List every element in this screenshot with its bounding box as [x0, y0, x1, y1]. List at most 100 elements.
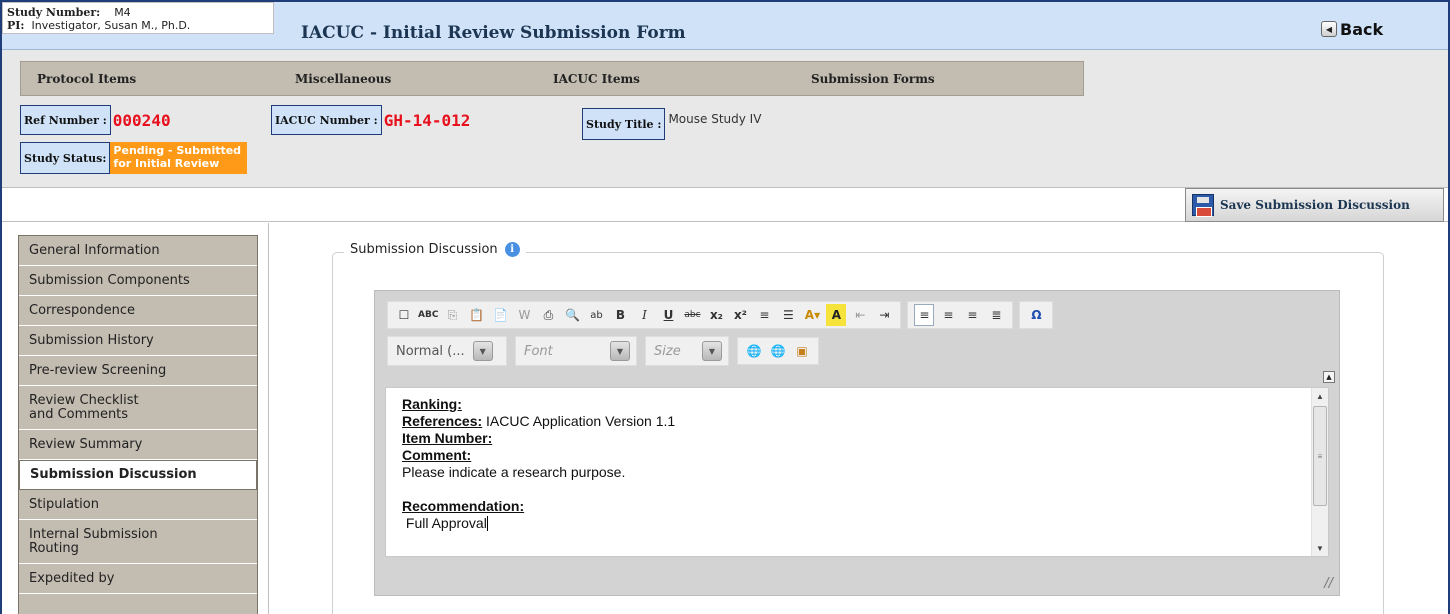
scroll-down-icon[interactable]: ▼ [1312, 540, 1328, 556]
study-info-panel: Protocol Items Miscellaneous IACUC Items… [2, 50, 1448, 188]
rich-text-editor: ☐ ABC ⎘ 📋 📄 W ⎙ 🔍 ab B I U abc x₂ x² ≡ ☰… [374, 290, 1340, 596]
superscript-icon[interactable]: x² [730, 304, 750, 326]
indent-icon[interactable]: ⇥ [874, 304, 894, 326]
left-column: General Information Submission Component… [2, 223, 268, 614]
format-select[interactable]: Normal (... ▼ [387, 336, 507, 366]
ref-number-value: 000240 [112, 110, 171, 130]
paste-icon[interactable]: 📋 [466, 304, 486, 326]
pi-value: Investigator, Susan M., Ph.D. [31, 19, 191, 32]
ref-number-field: Ref Number : 000240 [20, 105, 171, 135]
menu-submission-forms[interactable]: Submission Forms [795, 62, 1053, 95]
sidebar-item-expedited-by[interactable]: Expedited by [19, 564, 257, 594]
link-icon[interactable]: 🌐 [744, 340, 764, 362]
numbered-list-icon[interactable]: ≡ [754, 304, 774, 326]
editor-scrollbar[interactable]: ▲ ≡ ▼ [1311, 388, 1328, 556]
new-page-icon[interactable]: ☐ [394, 304, 414, 326]
comment-label: Comment: [402, 447, 472, 463]
print-icon[interactable]: ⎙ [538, 304, 558, 326]
font-select[interactable]: Font ▼ [515, 336, 637, 366]
chevron-down-icon: ▼ [472, 341, 493, 361]
study-status-line1: Pending - Submitted [113, 144, 242, 157]
legend-label: Submission Discussion [350, 242, 498, 257]
find-icon[interactable]: 🔍 [562, 304, 582, 326]
back-button[interactable]: ◀ Back [1321, 18, 1383, 40]
menu-protocol-items[interactable]: Protocol Items [21, 62, 279, 95]
sidebar-item-partial[interactable] [19, 594, 257, 614]
study-number-label: Study Number: [7, 6, 101, 19]
paste-text-icon[interactable]: 📄 [490, 304, 510, 326]
image-icon[interactable]: ▣ [792, 340, 812, 362]
iacuc-number-field: IACUC Number : GH-14-012 [271, 105, 470, 135]
sidebar-item-review-checklist[interactable]: Review Checklist and Comments [19, 386, 257, 430]
sidebar-item-label-line2: and Comments [29, 406, 129, 422]
references-value: IACUC Application Version 1.1 [486, 413, 676, 429]
sidebar-item-correspondence[interactable]: Correspondence [19, 296, 257, 326]
study-title-field: Study Title : Mouse Study IV [582, 108, 761, 140]
special-character-icon[interactable]: Ω [1026, 304, 1046, 326]
italic-icon[interactable]: I [634, 304, 654, 326]
subscript-icon[interactable]: x₂ [706, 304, 726, 326]
pi-label: PI: [7, 19, 25, 32]
scroll-up-icon[interactable]: ▲ [1312, 388, 1328, 404]
sidebar-item-pre-review-screening[interactable]: Pre-review Screening [19, 356, 257, 386]
editor-toolbar-row1: ☐ ABC ⎘ 📋 📄 W ⎙ 🔍 ab B I U abc x₂ x² ≡ ☰… [387, 301, 1059, 329]
menu-miscellaneous[interactable]: Miscellaneous [279, 62, 537, 95]
align-right-icon[interactable]: ≡ [962, 304, 982, 326]
fieldset-legend: Submission Discussion i [344, 242, 526, 257]
underline-icon[interactable]: U [658, 304, 678, 326]
outdent-icon[interactable]: ⇤ [850, 304, 870, 326]
strikethrough-icon[interactable]: abc [682, 304, 702, 326]
justify-icon[interactable]: ≣ [986, 304, 1006, 326]
sidebar-item-stipulation[interactable]: Stipulation [19, 490, 257, 520]
sidebar-item-label-line1: Review Checklist [29, 392, 139, 408]
info-icon[interactable]: i [504, 242, 520, 257]
recommendation-label: Recommendation: [402, 498, 525, 514]
font-select-value: Font [524, 343, 553, 359]
toolbar-group-special: Ω [1019, 301, 1054, 329]
sidebar-item-label: Review Checklist and Comments [29, 392, 139, 422]
references-label: References: [402, 413, 483, 429]
collapse-toolbar-icon[interactable]: ▲ [1323, 371, 1335, 383]
editor-content-area[interactable]: Ranking: References: IACUC Application V… [385, 387, 1329, 557]
sidebar-item-submission-components[interactable]: Submission Components [19, 266, 257, 296]
unlink-icon[interactable]: 🌐 [768, 340, 788, 362]
sidebar-item-submission-discussion[interactable]: Submission Discussion [19, 460, 257, 490]
recommendation-line-value: Full Approval [402, 515, 1318, 532]
copy-icon[interactable]: ⎘ [442, 304, 462, 326]
menu-iacuc-items[interactable]: IACUC Items [537, 62, 795, 95]
item-number-label: Item Number: [402, 430, 493, 446]
text-color-icon[interactable]: A▾ [802, 304, 822, 326]
sidebar-item-general-information[interactable]: General Information [19, 236, 257, 266]
background-color-icon[interactable]: A [826, 304, 847, 326]
action-toolbar: Save Submission Discussion [2, 188, 1448, 222]
study-status-badge: Pending - Submitted for Initial Review [110, 142, 248, 174]
bulleted-list-icon[interactable]: ☰ [778, 304, 798, 326]
resize-grip-icon[interactable]: // [1324, 576, 1333, 591]
align-left-icon[interactable]: ≡ [914, 304, 935, 326]
comment-value: Please indicate a research purpose. [402, 464, 626, 480]
page-title: IACUC - Initial Review Submission Form [301, 23, 686, 43]
ranking-line: Ranking: [402, 396, 1318, 413]
references-line: References: IACUC Application Version 1.… [402, 413, 1318, 430]
back-label: Back [1340, 19, 1384, 39]
align-center-icon[interactable]: ≡ [938, 304, 958, 326]
comment-line: Comment: [402, 447, 1318, 464]
spellcheck-icon[interactable]: ABC [418, 304, 438, 326]
sidebar-item-review-summary[interactable]: Review Summary [19, 430, 257, 460]
app-window: Study Number: M4 PI: Investigator, Susan… [0, 0, 1450, 614]
size-select[interactable]: Size ▼ [645, 336, 729, 366]
sidebar-item-label-line1: Internal Submission [29, 526, 158, 542]
iacuc-number-label: IACUC Number : [271, 105, 382, 135]
bold-icon[interactable]: B [610, 304, 630, 326]
paste-word-icon[interactable]: W [514, 304, 534, 326]
sidebar-nav: General Information Submission Component… [18, 235, 258, 614]
save-submission-discussion-button[interactable]: Save Submission Discussion [1185, 188, 1444, 222]
item-number-line: Item Number: [402, 430, 1318, 447]
scrollbar-thumb[interactable]: ≡ [1313, 406, 1327, 506]
sidebar-item-submission-history[interactable]: Submission History [19, 326, 257, 356]
replace-icon[interactable]: ab [586, 304, 606, 326]
text-caret [486, 516, 488, 531]
study-status-field: Study Status: Pending - Submitted for In… [20, 142, 248, 174]
toolbar-group-align: ≡ ≡ ≡ ≣ [907, 301, 1014, 329]
sidebar-item-internal-submission-routing[interactable]: Internal Submission Routing [19, 520, 257, 564]
